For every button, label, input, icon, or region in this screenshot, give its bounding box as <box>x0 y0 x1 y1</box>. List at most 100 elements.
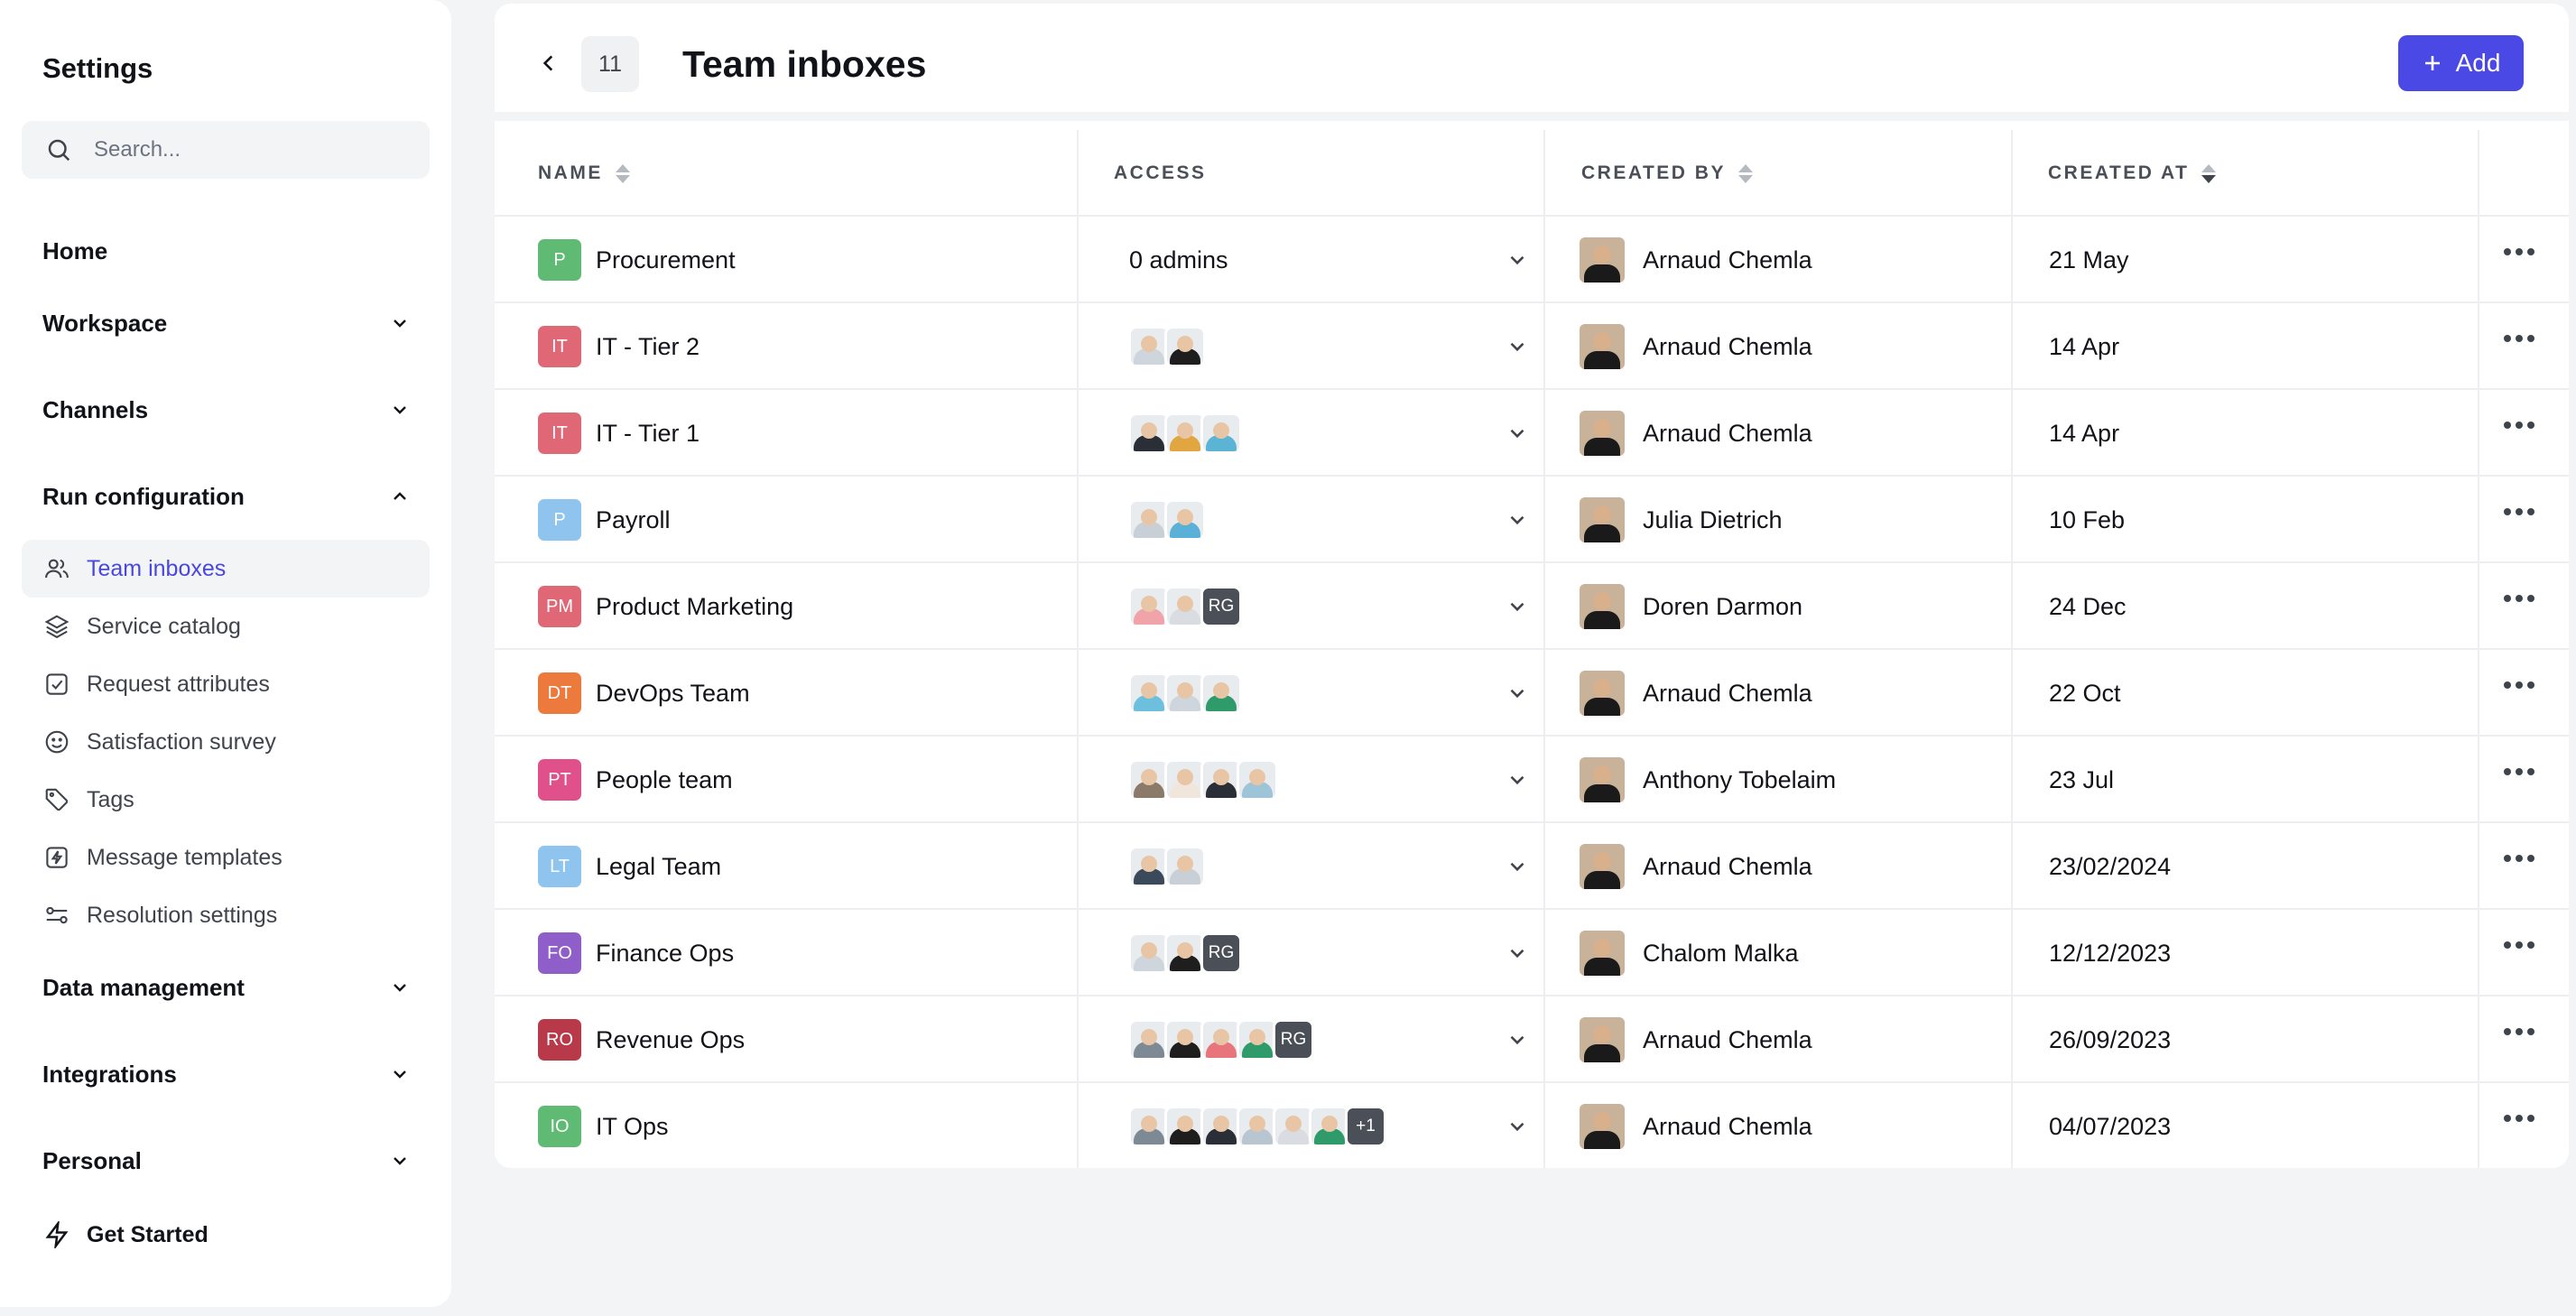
creator-avatar <box>1580 844 1625 889</box>
creator-name: Anthony Tobelaim <box>1643 765 1837 793</box>
search-box[interactable] <box>22 121 430 179</box>
settings-sidebar: Settings Home Workspace Channels Run con… <box>0 0 451 1307</box>
access-dropdown-chevron-icon[interactable] <box>1506 910 1529 996</box>
add-button[interactable]: Add <box>2398 35 2524 91</box>
creator-name: Doren Darmon <box>1643 592 1803 620</box>
creator-avatar <box>1580 584 1625 629</box>
access-dropdown-chevron-icon[interactable] <box>1506 563 1529 650</box>
users-icon <box>42 553 72 584</box>
access-dropdown-chevron-icon[interactable] <box>1506 217 1529 303</box>
sidebar-item-team-inboxes[interactable]: Team inboxes <box>22 540 430 598</box>
more-options-icon[interactable] <box>2504 941 2534 949</box>
access-dropdown-chevron-icon[interactable] <box>1506 737 1529 823</box>
access-dropdown-chevron-icon[interactable] <box>1506 823 1529 910</box>
created-at: 22 Oct <box>2049 679 2121 707</box>
inbox-name[interactable]: IT - Tier 2 <box>596 303 700 390</box>
sidebar-section-integrations[interactable]: Integrations <box>42 1056 412 1092</box>
add-button-label: Add <box>2455 49 2501 77</box>
inbox-name[interactable]: Legal Team <box>596 823 721 910</box>
creator-avatar <box>1580 671 1625 716</box>
access-summary: 0 admins <box>1129 246 1228 273</box>
sidebar-item-message-templates[interactable]: Message templates <box>22 829 430 886</box>
sidebar-item-request-attributes[interactable]: Request attributes <box>22 655 430 713</box>
column-header-created-by[interactable]: CREATED BY <box>1581 130 1753 217</box>
sidebar-item-service-catalog[interactable]: Service catalog <box>22 598 430 655</box>
access-dropdown-chevron-icon[interactable] <box>1506 477 1529 563</box>
creator-name: Arnaud Chemla <box>1643 419 1812 447</box>
table-row[interactable]: LT Legal Team Arnaud Chemla 23/02/2024 <box>495 823 2569 910</box>
chevron-down-icon <box>387 310 412 336</box>
inbox-name[interactable]: Payroll <box>596 477 671 563</box>
creator-avatar <box>1580 1104 1625 1149</box>
inbox-initials-badge: IT <box>538 326 581 367</box>
creator-avatar <box>1580 237 1625 283</box>
sidebar-item-resolution-settings[interactable]: Resolution settings <box>22 886 430 944</box>
more-options-icon[interactable] <box>2504 248 2534 255</box>
inbox-initials-badge: IT <box>538 412 581 454</box>
table-row[interactable]: PM Product Marketing RG Doren Darmon 24 Dec <box>495 563 2569 650</box>
access-dropdown-chevron-icon[interactable] <box>1506 996 1529 1083</box>
table-row[interactable]: FO Finance Ops RG Chalom Malka 12/12/2023 <box>495 910 2569 996</box>
inbox-name[interactable]: Revenue Ops <box>596 996 745 1083</box>
created-at: 21 May <box>2049 246 2129 273</box>
inbox-name[interactable]: IT - Tier 1 <box>596 390 700 477</box>
access-dropdown-chevron-icon[interactable] <box>1506 303 1529 390</box>
sidebar-item-tags[interactable]: Tags <box>22 771 430 829</box>
more-options-icon[interactable] <box>2504 422 2534 429</box>
access-dropdown-chevron-icon[interactable] <box>1506 1083 1529 1168</box>
table-row[interactable]: IO IT Ops +1 Arnaud Chemla 04/07/2023 <box>495 1083 2569 1168</box>
creator-name: Arnaud Chemla <box>1643 1112 1812 1140</box>
inbox-name[interactable]: People team <box>596 737 733 823</box>
sidebar-item-label: Personal <box>42 1146 142 1174</box>
sidebar-section-channels[interactable]: Channels <box>42 392 412 428</box>
avatar-initials: RG <box>1273 1019 1314 1061</box>
access-dropdown-chevron-icon[interactable] <box>1506 650 1529 737</box>
column-header-label: NAME <box>538 162 603 183</box>
inbox-name[interactable]: IT Ops <box>596 1083 669 1168</box>
table-row[interactable]: P Procurement 0 admins Arnaud Chemla 21 May <box>495 217 2569 303</box>
sidebar-item-label: Resolution settings <box>87 902 278 928</box>
smiley-icon <box>42 727 72 757</box>
inbox-name[interactable]: Product Marketing <box>596 563 793 650</box>
sidebar-section-run-configuration[interactable]: Run configuration <box>42 478 412 514</box>
more-options-icon[interactable] <box>2504 1028 2534 1035</box>
sidebar-item-label: Home <box>42 236 108 264</box>
sidebar-item-satisfaction-survey[interactable]: Satisfaction survey <box>22 713 430 771</box>
creator-name: Arnaud Chemla <box>1643 332 1812 360</box>
inbox-name[interactable]: Finance Ops <box>596 910 734 996</box>
more-options-icon[interactable] <box>2504 681 2534 689</box>
table-row[interactable]: PT People team Anthony Tobelaim 23 Jul <box>495 737 2569 823</box>
column-header-created-at[interactable]: CREATED AT <box>2048 130 2217 217</box>
sidebar-section-workspace[interactable]: Workspace <box>42 305 412 341</box>
table-body: P Procurement 0 admins Arnaud Chemla 21 May I… <box>495 217 2569 1168</box>
more-options-icon[interactable] <box>2504 595 2534 602</box>
plus-icon <box>2424 56 2440 70</box>
sidebar-item-home[interactable]: Home <box>42 233 412 269</box>
inbox-name[interactable]: DevOps Team <box>596 650 750 737</box>
inbox-initials-badge: IO <box>538 1106 581 1147</box>
back-button[interactable] <box>531 45 567 81</box>
inbox-name[interactable]: Procurement <box>596 217 736 303</box>
column-header-name[interactable]: NAME <box>538 130 630 217</box>
more-options-icon[interactable] <box>2504 855 2534 862</box>
creator-avatar <box>1580 497 1625 542</box>
access-dropdown-chevron-icon[interactable] <box>1506 390 1529 477</box>
more-options-icon[interactable] <box>2504 768 2534 775</box>
sidebar-section-data-management[interactable]: Data management <box>42 969 412 1006</box>
table-row[interactable]: RO Revenue Ops RG Arnaud Chemla 26/09/2023 <box>495 996 2569 1083</box>
layers-icon <box>42 611 72 642</box>
get-started-label: Get Started <box>87 1221 208 1247</box>
sidebar-section-personal[interactable]: Personal <box>42 1143 412 1179</box>
table-row[interactable]: P Payroll Julia Dietrich 10 Feb <box>495 477 2569 563</box>
more-options-icon[interactable] <box>2504 335 2534 342</box>
search-input[interactable] <box>92 136 399 163</box>
table-row[interactable]: IT IT - Tier 2 Arnaud Chemla 14 Apr <box>495 303 2569 390</box>
get-started-link[interactable]: Get Started <box>22 1206 430 1264</box>
table-row[interactable]: IT IT - Tier 1 Arnaud Chemla 14 Apr <box>495 390 2569 477</box>
more-options-icon[interactable] <box>2504 1115 2534 1122</box>
more-options-icon[interactable] <box>2504 508 2534 515</box>
sidebar-item-label: Message templates <box>87 844 283 870</box>
table-row[interactable]: DT DevOps Team Arnaud Chemla 22 Oct <box>495 650 2569 737</box>
sort-icon <box>1737 163 1753 183</box>
page-header: 11 Team inboxes Add <box>495 4 2569 121</box>
